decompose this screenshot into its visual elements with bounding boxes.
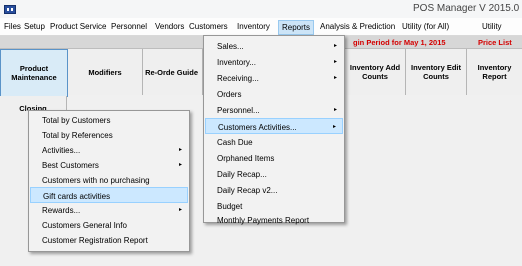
window-title: POS Manager V 2015.0 bbox=[413, 3, 520, 14]
menu-item-inventory[interactable]: Inventory... ▸ bbox=[205, 54, 343, 70]
menu-item-sales[interactable]: Sales... ▸ bbox=[205, 38, 343, 54]
submenu-arrow-icon: ▸ bbox=[333, 75, 337, 81]
submenu-item-total-by-customers[interactable]: Total by Customers bbox=[30, 112, 188, 128]
menu-item-monthly-payments-report[interactable]: Monthly Payments Report bbox=[205, 214, 343, 225]
menu-setup[interactable]: Setup bbox=[24, 22, 45, 31]
inventory-add-counts-button[interactable]: Inventory Add Counts bbox=[345, 49, 406, 95]
submenu-item-activities[interactable]: Activities... ▸ bbox=[30, 142, 188, 158]
menu-item-orphaned-items[interactable]: Orphaned Items bbox=[205, 150, 343, 166]
app-icon bbox=[4, 5, 16, 14]
menu-item-cash-due[interactable]: Cash Due bbox=[205, 134, 343, 150]
inventory-edit-counts-button[interactable]: Inventory Edit Counts bbox=[406, 49, 467, 95]
submenu-arrow-icon: ▸ bbox=[333, 107, 337, 113]
submenu-arrow-icon: ▸ bbox=[333, 59, 337, 65]
menu-item-daily-recap-v2[interactable]: Daily Recap v2... bbox=[205, 182, 343, 198]
submenu-item-gift-cards-activities[interactable]: Gift cards activities bbox=[30, 187, 188, 203]
menu-analysis-prediction[interactable]: Analysis & Prediction bbox=[320, 22, 395, 31]
submenu-arrow-icon: ▸ bbox=[332, 124, 336, 130]
menu-reports[interactable]: Reports bbox=[278, 20, 315, 35]
submenu-arrow-icon: ▸ bbox=[333, 43, 337, 49]
menu-bar: Files Setup Product Service Personnel Ve… bbox=[0, 18, 522, 36]
menu-utility-for-all[interactable]: Utility (for All) bbox=[402, 22, 449, 31]
submenu-arrow-icon: ▸ bbox=[178, 147, 182, 153]
menu-item-orders[interactable]: Orders bbox=[205, 86, 343, 102]
price-list-label: Price List bbox=[478, 38, 512, 47]
menu-customers[interactable]: Customers bbox=[189, 22, 228, 31]
menu-files[interactable]: Files bbox=[4, 22, 21, 31]
reports-menu: Sales... ▸ Inventory... ▸ Receiving... ▸… bbox=[203, 35, 345, 225]
product-maintenance-button[interactable]: Product Maintenance bbox=[0, 49, 68, 97]
submenu-arrow-icon: ▸ bbox=[178, 207, 182, 213]
submenu-item-customers-no-purchasing[interactable]: Customers with no purchasing bbox=[30, 172, 188, 188]
menu-product-service[interactable]: Product Service bbox=[50, 22, 106, 31]
inventory-report-button[interactable]: Inventory Report bbox=[467, 49, 522, 95]
title-bar: POS Manager V 2015.0 bbox=[0, 0, 522, 19]
submenu-item-customers-general-info[interactable]: Customers General Info bbox=[30, 217, 188, 233]
submenu-arrow-icon: ▸ bbox=[178, 162, 182, 168]
submenu-item-customer-registration-report[interactable]: Customer Registration Report bbox=[30, 232, 188, 248]
menu-item-daily-recap[interactable]: Daily Recap... bbox=[205, 166, 343, 182]
menu-utility[interactable]: Utility bbox=[482, 22, 502, 31]
reorder-guide-button[interactable]: Re-Orde Guide bbox=[143, 49, 203, 95]
menu-item-personnel[interactable]: Personnel... ▸ bbox=[205, 102, 343, 118]
menu-personnel[interactable]: Personnel bbox=[111, 22, 147, 31]
menu-item-budget[interactable]: Budget bbox=[205, 198, 343, 214]
submenu-item-total-by-references[interactable]: Total by References bbox=[30, 127, 188, 143]
period-label: gin Period for May 1, 2015 bbox=[353, 38, 446, 47]
menu-item-receiving[interactable]: Receiving... ▸ bbox=[205, 70, 343, 86]
menu-vendors[interactable]: Vendors bbox=[155, 22, 184, 31]
submenu-item-best-customers[interactable]: Best Customers ▸ bbox=[30, 157, 188, 173]
customers-activities-submenu: Total by Customers Total by References A… bbox=[28, 110, 190, 252]
menu-inventory[interactable]: Inventory bbox=[237, 22, 270, 31]
modifiers-button[interactable]: Modifiers bbox=[68, 49, 143, 95]
menu-item-customers-activities[interactable]: Customers Activities... ▸ bbox=[205, 118, 343, 134]
submenu-item-rewards[interactable]: Rewards... ▸ bbox=[30, 202, 188, 218]
